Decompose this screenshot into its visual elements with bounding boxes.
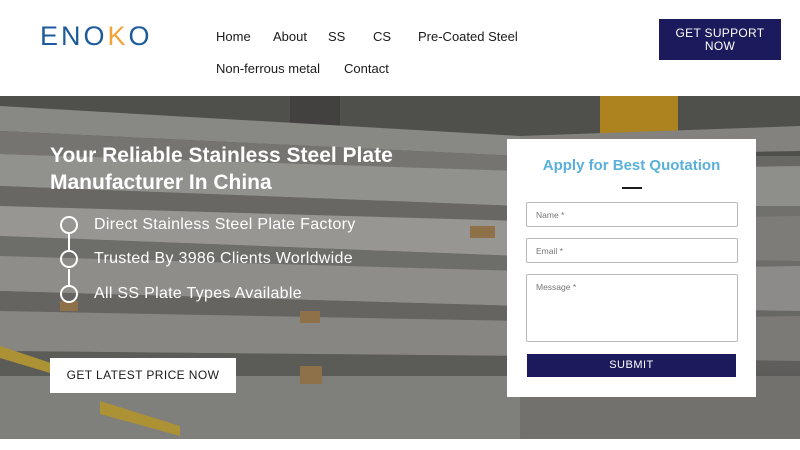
hero-bullet-text: Direct Stainless Steel Plate Factory — [94, 216, 356, 233]
circle-icon — [60, 250, 78, 268]
nav-item-cs[interactable]: CS — [373, 29, 391, 44]
hero-bullet: Direct Stainless Steel Plate Factory — [60, 213, 500, 237]
title-divider — [622, 187, 642, 189]
nav-item-home[interactable]: Home — [216, 29, 251, 44]
hero-bullet-text: All SS Plate Types Available — [94, 285, 302, 302]
nav-item-ss[interactable]: SS — [328, 29, 345, 44]
nav-item-contact[interactable]: Contact — [344, 61, 389, 76]
message-field[interactable] — [526, 274, 738, 342]
hero-bullet: Trusted By 3986 Clients Worldwide — [60, 247, 500, 271]
logo-text: ENOKO — [40, 20, 153, 51]
email-field[interactable] — [526, 238, 738, 263]
submit-button[interactable]: SUBMIT — [527, 354, 736, 377]
form-title: Apply for Best Quotation — [542, 157, 721, 174]
hero-title: Your Reliable Stainless Steel Plate Manu… — [50, 144, 393, 194]
get-support-button[interactable]: GET SUPPORT NOW — [659, 19, 781, 60]
circle-icon — [60, 285, 78, 303]
site-header: ENOKO Home About SS CS Pre-Coated Steel … — [0, 0, 800, 96]
get-latest-price-button[interactable]: GET LATEST PRICE NOW — [50, 358, 236, 393]
nav-item-pre-coated-steel[interactable]: Pre-Coated Steel — [418, 29, 518, 44]
nav-item-non-ferrous-metal[interactable]: Non-ferrous metal — [216, 61, 320, 76]
quotation-form: Apply for Best Quotation SUBMIT — [507, 139, 756, 397]
enoko-logo[interactable]: ENOKO — [40, 20, 153, 52]
name-field[interactable] — [526, 202, 738, 227]
hero-bullet: All SS Plate Types Available — [60, 282, 500, 306]
hero-bullet-text: Trusted By 3986 Clients Worldwide — [94, 250, 353, 267]
circle-icon — [60, 216, 78, 234]
hero-section: Your Reliable Stainless Steel Plate Manu… — [0, 96, 800, 439]
nav-item-about[interactable]: About — [273, 29, 307, 44]
